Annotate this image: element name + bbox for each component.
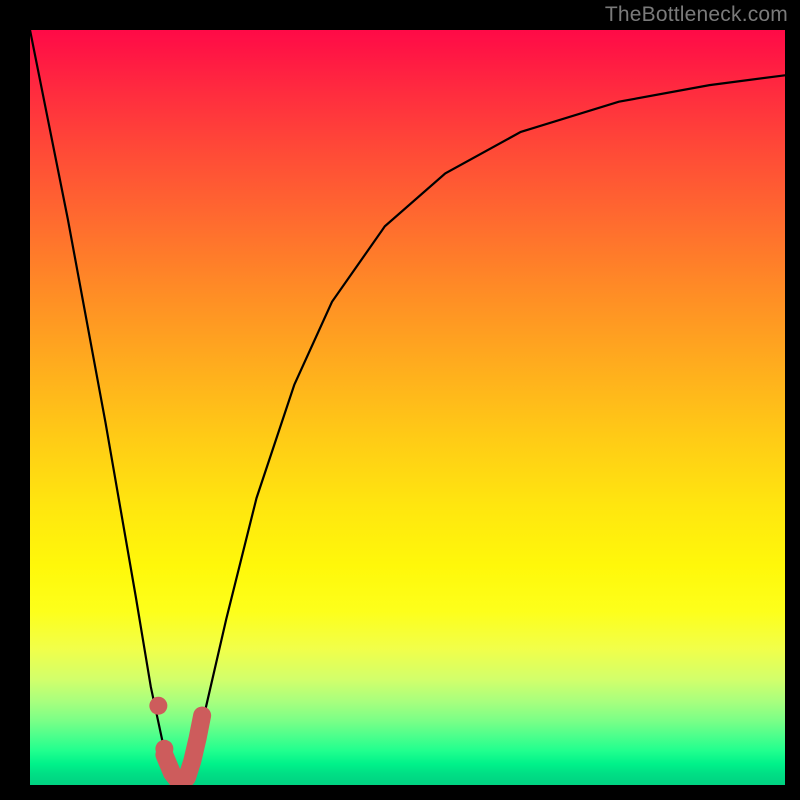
- marker-point-b: [155, 740, 173, 758]
- chart-svg: [30, 30, 785, 785]
- marker-point-a: [149, 697, 167, 715]
- bottleneck-curve-path: [30, 30, 785, 781]
- chart-plot-area: [30, 30, 785, 785]
- attribution-label: TheBottleneck.com: [605, 3, 788, 27]
